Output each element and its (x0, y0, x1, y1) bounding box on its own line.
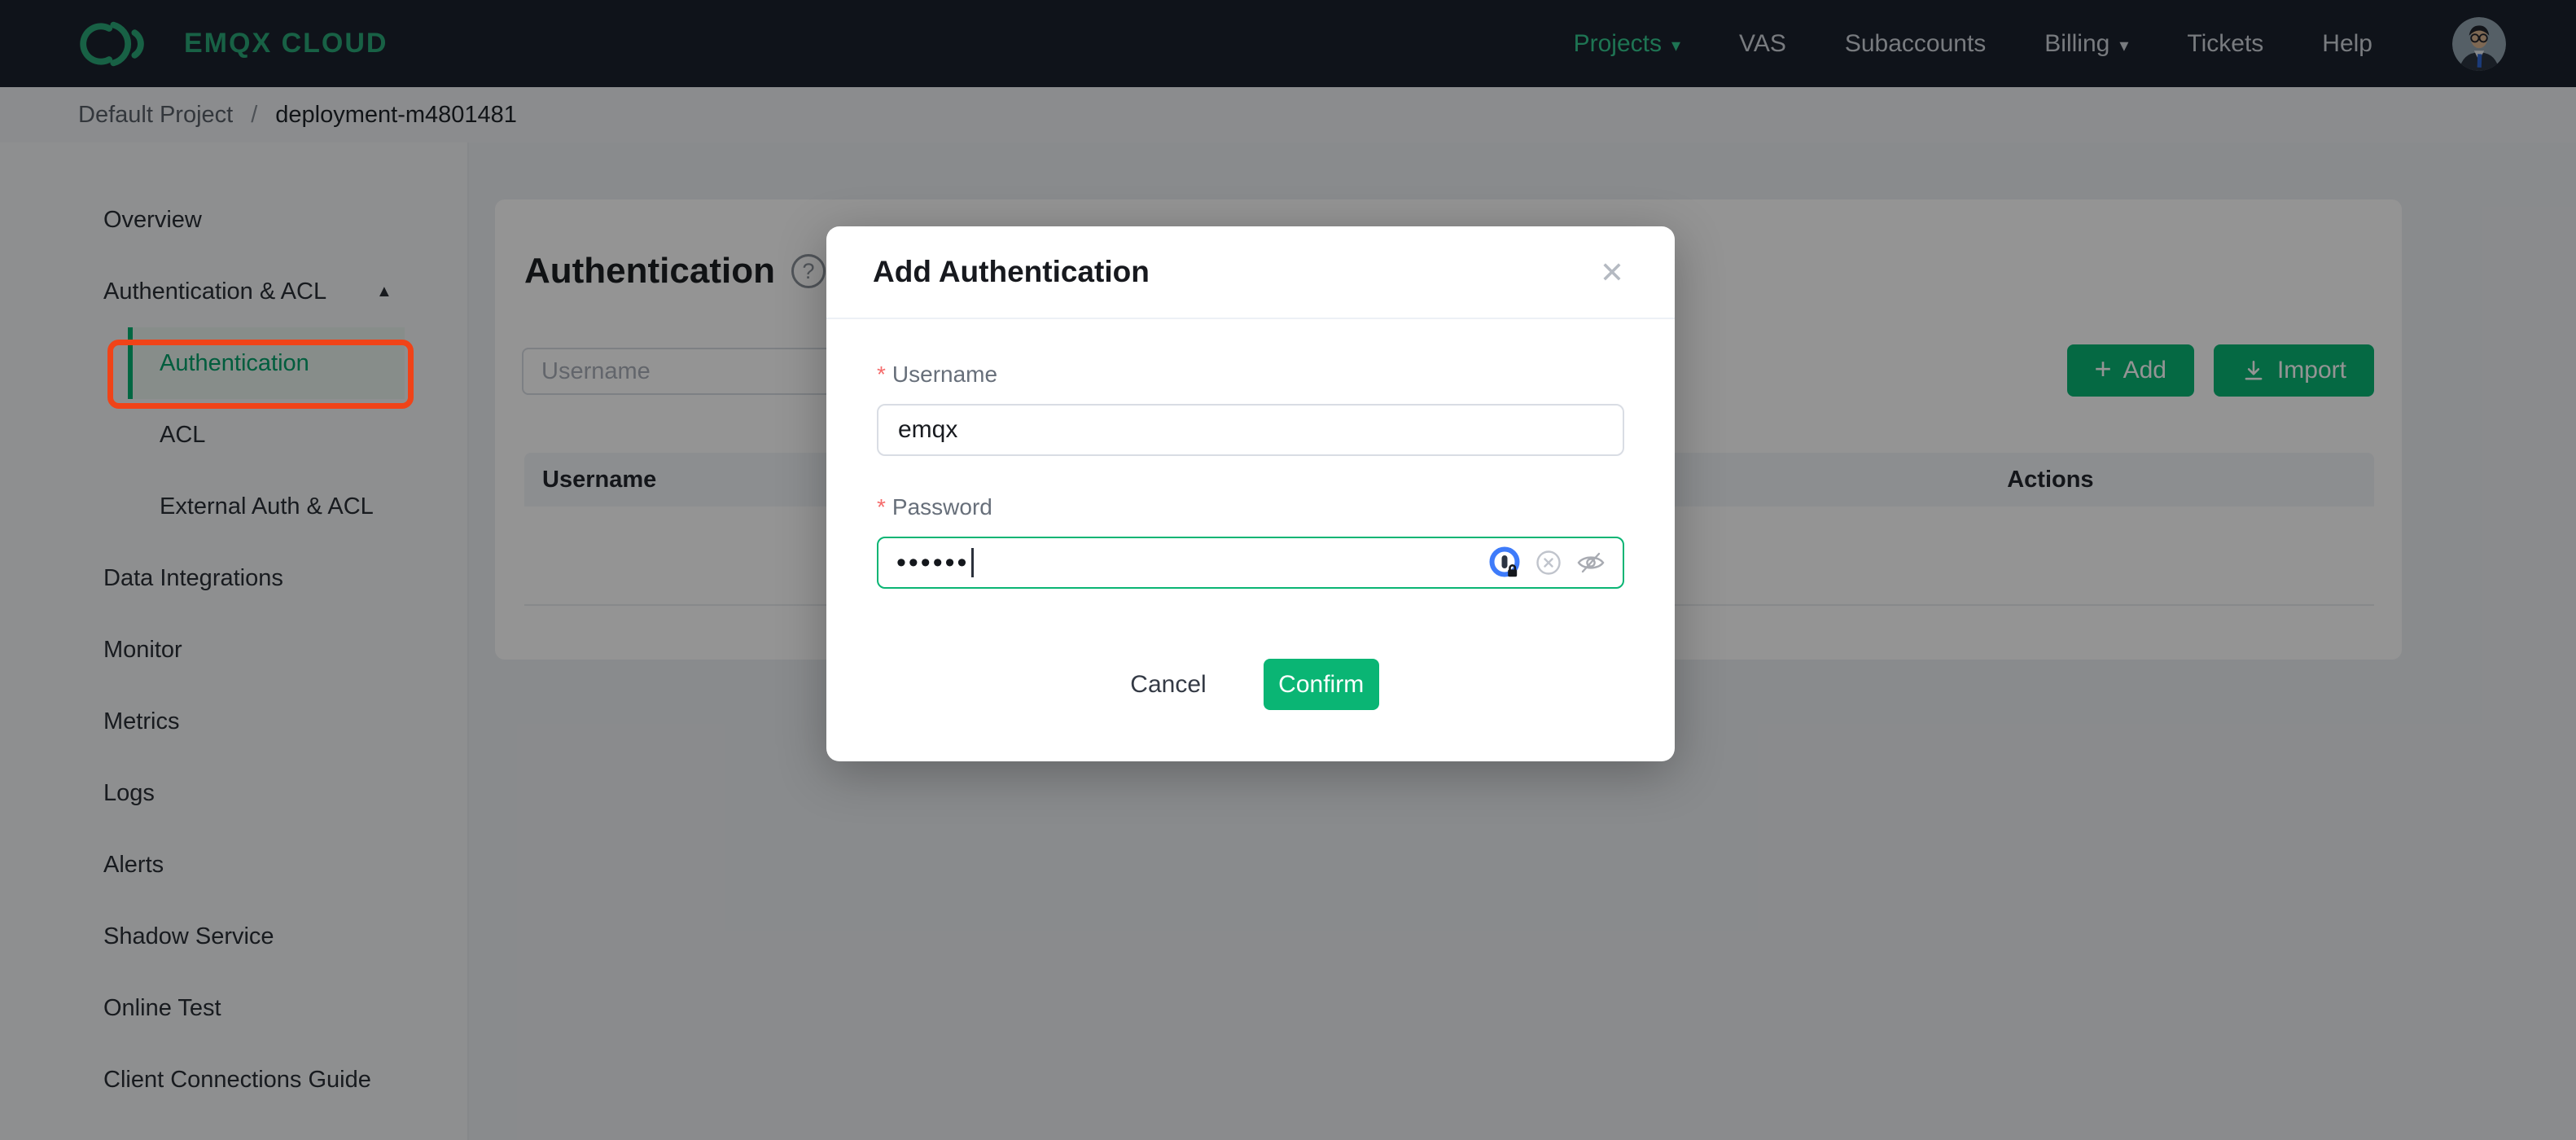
field-label-text: Password (892, 494, 992, 520)
cancel-button[interactable]: Cancel (1122, 671, 1214, 699)
dialog-title: Add Authentication (873, 255, 1150, 288)
dialog-body: * Username * Password •••••• (826, 319, 1675, 710)
dialog-footer: Cancel Confirm (877, 659, 1624, 710)
username-field-label: * Username (877, 362, 1624, 388)
clear-icon[interactable] (1535, 549, 1562, 577)
close-icon[interactable]: ✕ (1600, 256, 1624, 290)
password-input-icons (1489, 546, 1606, 579)
username-input[interactable] (896, 415, 1606, 445)
required-marker: * (877, 494, 886, 520)
dialog-header: Add Authentication ✕ (826, 226, 1675, 319)
required-marker: * (877, 362, 886, 387)
onepassword-extension-icon[interactable] (1489, 546, 1522, 579)
add-authentication-dialog: Add Authentication ✕ * Username * Passwo… (826, 226, 1675, 761)
field-label-text: Username (892, 362, 998, 387)
password-masked-value: •••••• (896, 547, 970, 578)
text-cursor (971, 548, 975, 577)
username-input-wrapper (877, 404, 1624, 456)
confirm-button[interactable]: Confirm (1263, 659, 1379, 710)
password-field-label: * Password (877, 494, 1624, 520)
eye-slash-icon[interactable] (1575, 549, 1606, 577)
password-input[interactable]: •••••• (877, 537, 1624, 589)
